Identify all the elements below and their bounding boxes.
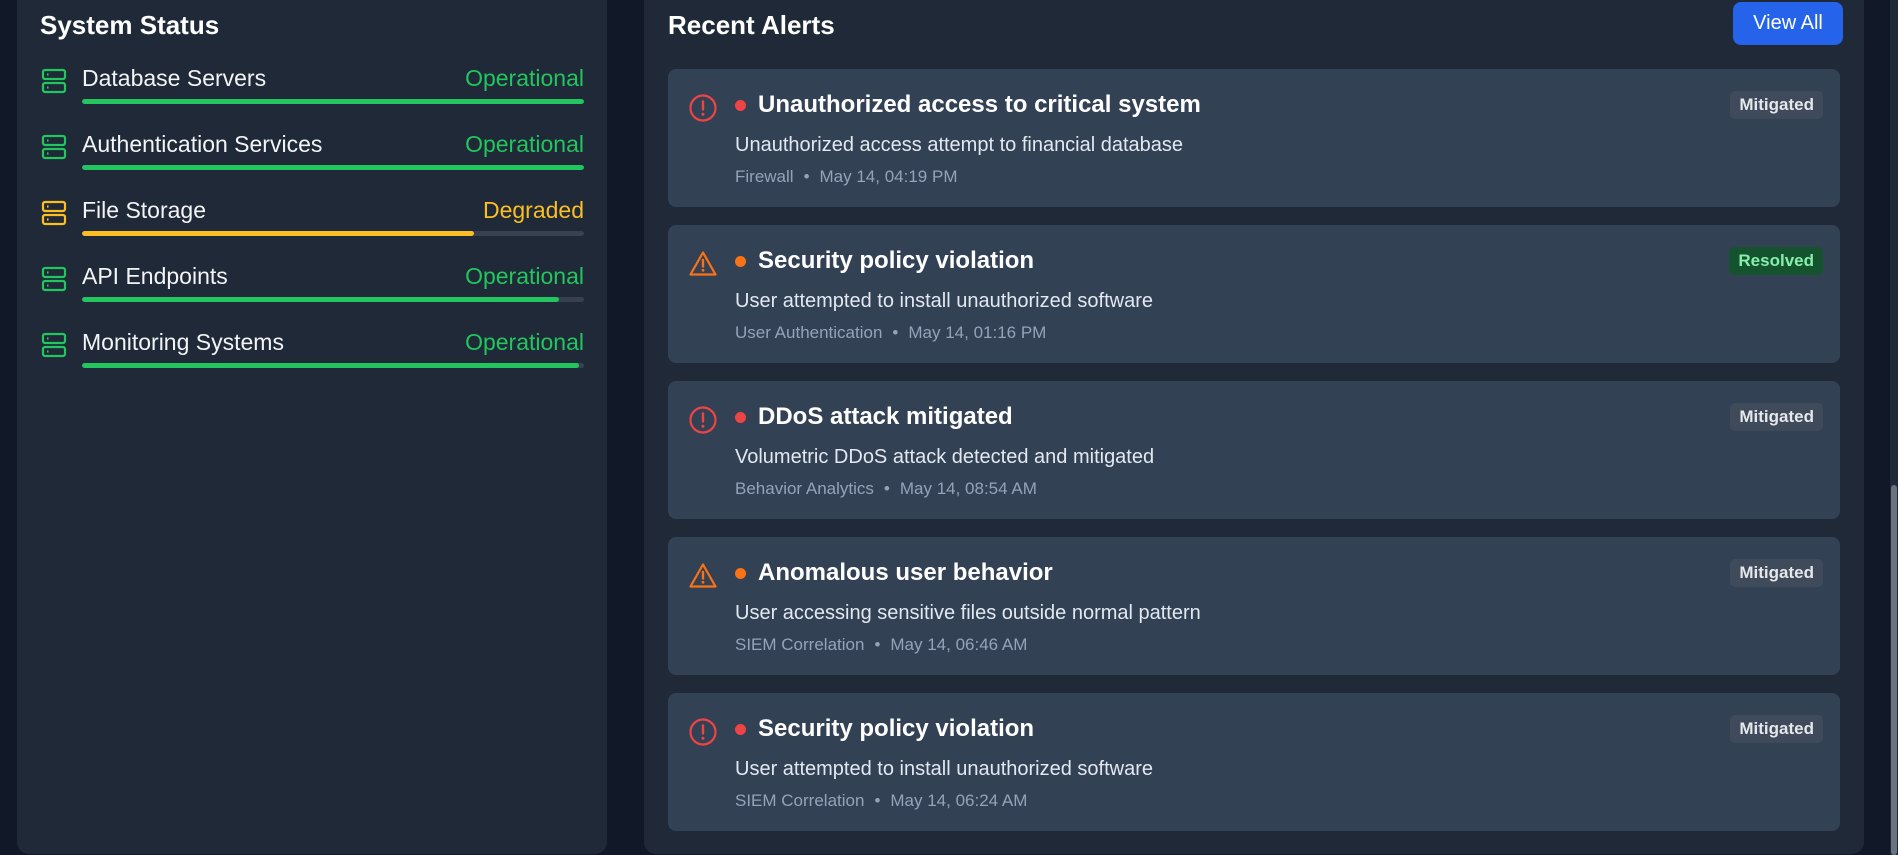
status-progress-track	[82, 231, 584, 236]
alert-title: Unauthorized access to critical system	[758, 91, 1201, 118]
scrollbar[interactable]	[1890, 0, 1898, 855]
server-icon	[41, 332, 67, 358]
alert-status-badge: Mitigated	[1730, 715, 1823, 743]
status-progress-fill	[82, 165, 584, 170]
status-row-api-endpoints: API Endpoints Operational	[40, 263, 584, 313]
severity-dot	[735, 724, 746, 735]
alert-card[interactable]: Unauthorized access to critical system U…	[668, 69, 1840, 207]
recent-alerts-title: Recent Alerts	[668, 10, 835, 40]
alert-circle-icon	[689, 406, 717, 434]
recent-alerts-panel: Recent Alerts View All Unauthorized acce…	[644, 0, 1864, 854]
status-state: Operational	[465, 131, 584, 157]
status-name: File Storage	[82, 197, 207, 223]
alert-card[interactable]: Anomalous user behavior User accessing s…	[668, 537, 1840, 675]
server-icon	[41, 134, 67, 160]
alert-meta: User Authentication • May 14, 01:16 PM	[735, 323, 1046, 343]
server-icon	[41, 200, 67, 226]
alert-time: May 14, 01:16 PM	[908, 323, 1047, 342]
alert-source: Firewall	[735, 167, 794, 186]
alert-source: SIEM Correlation	[735, 791, 865, 810]
alert-source: SIEM Correlation	[735, 635, 865, 654]
alert-status-badge: Mitigated	[1730, 403, 1823, 431]
alert-title: Anomalous user behavior	[758, 559, 1053, 586]
status-name: Database Servers	[82, 65, 267, 91]
status-row-monitoring-systems: Monitoring Systems Operational	[40, 329, 584, 379]
meta-separator: •	[874, 635, 881, 654]
alert-circle-icon	[689, 94, 717, 122]
status-state: Operational	[465, 263, 584, 289]
severity-dot	[735, 100, 746, 111]
alert-description: User accessing sensitive files outside n…	[735, 602, 1201, 624]
status-progress-fill	[82, 297, 559, 302]
alert-source: Behavior Analytics	[735, 479, 874, 498]
alert-triangle-icon	[689, 563, 717, 588]
status-row-database-servers: Database Servers Operational	[40, 65, 584, 115]
alert-time: May 14, 08:54 AM	[899, 479, 1037, 498]
meta-separator: •	[883, 479, 890, 498]
alert-description: User attempted to install unauthorized s…	[735, 290, 1153, 312]
meta-separator: •	[803, 167, 810, 186]
scrollbar-thumb[interactable]	[1891, 485, 1897, 855]
system-status-panel: System Status Database Servers Operation…	[17, 0, 607, 854]
status-progress-fill	[82, 99, 584, 104]
alert-circle-icon	[689, 718, 717, 746]
alert-description: User attempted to install unauthorized s…	[735, 758, 1153, 780]
alert-meta: SIEM Correlation • May 14, 06:24 AM	[735, 791, 1027, 811]
status-progress-track	[82, 99, 584, 104]
alert-status-badge: Mitigated	[1730, 559, 1823, 587]
status-name: Authentication Services	[82, 131, 323, 157]
alert-time: May 14, 04:19 PM	[819, 167, 958, 186]
meta-separator: •	[874, 791, 881, 810]
alert-description: Unauthorized access attempt to financial…	[735, 134, 1184, 156]
alert-meta: SIEM Correlation • May 14, 06:46 AM	[735, 635, 1027, 655]
alert-source: User Authentication	[735, 323, 883, 342]
severity-dot	[735, 256, 746, 267]
status-state: Degraded	[482, 197, 584, 223]
status-progress-track	[82, 165, 584, 170]
meta-separator: •	[892, 323, 899, 342]
alert-title: DDoS attack mitigated	[758, 403, 1013, 430]
status-state: Operational	[465, 65, 584, 91]
alert-card[interactable]: Security policy violation User attempted…	[668, 693, 1840, 831]
status-progress-fill	[82, 363, 579, 368]
view-all-button[interactable]: View All	[1733, 2, 1843, 45]
alert-card[interactable]: Security policy violation User attempted…	[668, 225, 1840, 363]
alert-status-badge: Resolved	[1729, 247, 1823, 275]
status-progress-fill	[82, 231, 474, 236]
alert-meta: Behavior Analytics • May 14, 08:54 AM	[735, 479, 1037, 499]
severity-dot	[735, 568, 746, 579]
alert-title: Security policy violation	[758, 715, 1035, 742]
status-state: Operational	[465, 329, 584, 355]
status-row-authentication-services: Authentication Services Operational	[40, 131, 584, 181]
server-icon	[41, 266, 67, 292]
status-name: API Endpoints	[82, 263, 228, 289]
alert-time: May 14, 06:24 AM	[890, 791, 1028, 810]
alert-card[interactable]: DDoS attack mitigated Volumetric DDoS at…	[668, 381, 1840, 519]
server-icon	[41, 68, 67, 94]
alert-time: May 14, 06:46 AM	[890, 635, 1028, 654]
severity-dot	[735, 412, 746, 423]
system-status-title: System Status	[40, 10, 220, 40]
status-row-file-storage: File Storage Degraded	[40, 197, 584, 247]
alert-status-badge: Mitigated	[1730, 91, 1823, 119]
alert-title: Security policy violation	[758, 247, 1035, 274]
alert-description: Volumetric DDoS attack detected and miti…	[735, 446, 1155, 468]
status-name: Monitoring Systems	[82, 329, 284, 355]
status-progress-track	[82, 297, 584, 302]
alert-triangle-icon	[689, 251, 717, 276]
alert-meta: Firewall • May 14, 04:19 PM	[735, 167, 957, 187]
status-progress-track	[82, 363, 584, 368]
